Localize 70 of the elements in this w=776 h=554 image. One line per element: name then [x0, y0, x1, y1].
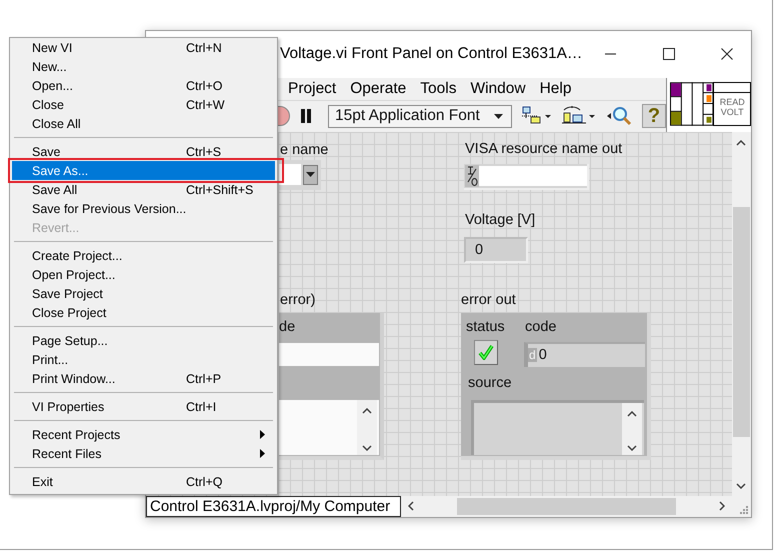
scroll-down-icon[interactable] — [736, 482, 746, 489]
window-title: Voltage.vi Front Panel on Control E3631A… — [280, 45, 582, 64]
menu-bar-item[interactable]: Help — [532, 80, 578, 98]
field-label: status — [466, 318, 505, 335]
menu-item[interactable]: New... — [12, 57, 275, 76]
visa-icon — [465, 164, 479, 187]
maximize-icon[interactable] — [663, 48, 676, 60]
menu-item[interactable]: Print... — [12, 350, 275, 369]
scroll-up-icon[interactable] — [362, 408, 372, 414]
scroll-up-icon[interactable] — [627, 410, 637, 417]
icon-label: READ VOLT — [720, 96, 745, 117]
menu-item[interactable]: Open... Ctrl+O — [12, 76, 275, 95]
resize-grip-icon[interactable] — [738, 504, 748, 514]
caret-icon[interactable] — [306, 172, 315, 178]
menu-item[interactable]: Save for Previous Version... — [12, 199, 275, 218]
code-value: 0 — [538, 347, 547, 364]
control-label: error) — [280, 292, 316, 308]
menu-item[interactable]: Exit Ctrl+Q — [12, 472, 275, 491]
menu-item[interactable]: Save All Ctrl+Shift+S — [12, 180, 275, 199]
dropdown-arrow-button[interactable] — [303, 164, 318, 185]
scroll-thumb[interactable] — [733, 206, 750, 437]
menu-item[interactable]: Save Project — [12, 284, 275, 303]
abort-button[interactable] — [278, 105, 290, 128]
source-field[interactable] — [279, 400, 379, 455]
field-label: source — [468, 374, 512, 391]
numeric-indicator: 0 — [464, 236, 528, 263]
menu-bar-item[interactable]: Project — [281, 80, 344, 98]
scroll-down-icon[interactable] — [362, 444, 372, 451]
radix-label: d — [528, 348, 537, 362]
field-label: de — [279, 318, 296, 335]
scroll-thumb[interactable] — [457, 498, 676, 516]
field-label: code — [525, 318, 556, 335]
menu-item[interactable]: VI Properties Ctrl+I — [12, 397, 275, 416]
menu-bar-item[interactable]: Window — [463, 80, 533, 98]
menu-item[interactable]: Save Ctrl+S — [12, 142, 275, 161]
menu-item[interactable]: Save As... — [12, 161, 275, 180]
search-icon[interactable] — [607, 105, 633, 128]
align-objects-icon[interactable] — [521, 106, 553, 126]
dropdown-control[interactable] — [279, 160, 321, 190]
menu-item[interactable]: Open Project... — [12, 265, 275, 284]
caret-icon[interactable] — [494, 114, 503, 119]
menu-item[interactable]: Print Window... Ctrl+P — [12, 369, 275, 388]
scroll-left-icon[interactable] — [408, 501, 414, 512]
menu-item[interactable]: Close All — [12, 114, 275, 133]
submenu-arrow-icon — [260, 449, 265, 458]
control-label: e name — [280, 142, 328, 158]
menu-item[interactable]: Close Ctrl+W — [12, 95, 275, 114]
control-label: error out — [461, 292, 516, 308]
menu-bar-item[interactable]: Operate — [343, 80, 414, 98]
project-path: Control E3631A.lvproj/My Computer — [146, 496, 402, 518]
help-button[interactable]: ? — [642, 104, 666, 128]
control-label: VISA resource name out — [465, 140, 622, 157]
menu-item[interactable]: Recent Projects — [12, 425, 275, 444]
scroll-down-icon[interactable] — [627, 444, 637, 451]
scroll-right-icon[interactable] — [719, 501, 726, 512]
menu-item[interactable]: New VI Ctrl+N — [12, 38, 275, 57]
menu-item[interactable]: Create Project... — [12, 246, 275, 265]
font-dropdown[interactable]: 15pt Application Font — [328, 104, 512, 128]
close-icon[interactable] — [721, 48, 734, 60]
code-field[interactable] — [279, 342, 379, 366]
menu-item[interactable]: Page Setup... — [12, 331, 275, 350]
menu-item[interactable]: Recent Files — [12, 444, 275, 463]
menu-bar-item[interactable]: Tools — [413, 80, 464, 98]
vertical-scrollbar[interactable] — [732, 132, 751, 496]
distribute-objects-icon[interactable] — [562, 106, 598, 126]
control-label: Voltage [V] — [465, 212, 536, 228]
submenu-arrow-icon — [260, 430, 265, 439]
menu-item[interactable]: Close Project — [12, 303, 275, 322]
scroll-up-icon[interactable] — [736, 140, 746, 146]
pause-icon[interactable] — [300, 109, 312, 124]
